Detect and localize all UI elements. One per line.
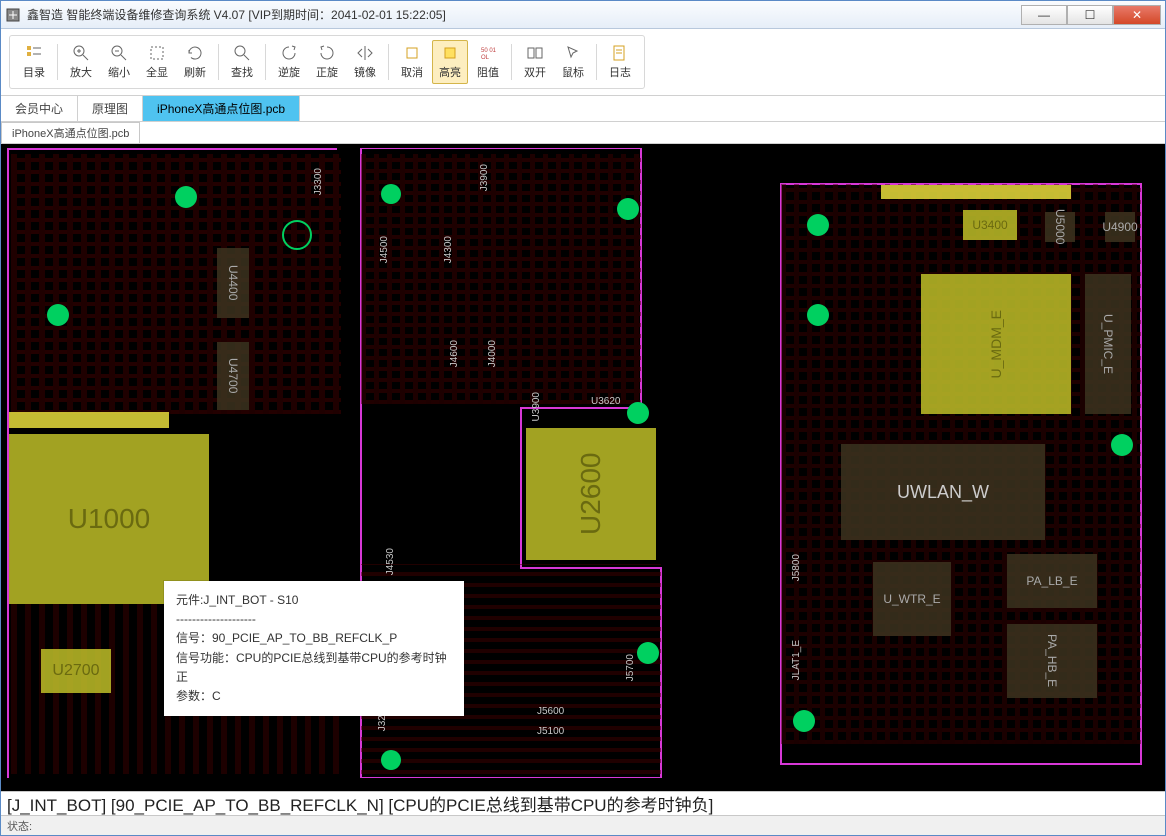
tooltip-component: 元件:J_INT_BOT - S10 — [176, 591, 452, 610]
pad — [282, 220, 312, 250]
chip-u5000[interactable]: U5000 — [1045, 212, 1075, 242]
lbl-j3900: J3900 — [479, 164, 490, 191]
toolbar-catalog[interactable]: 目录 — [16, 40, 52, 84]
pad — [793, 710, 815, 732]
component-tooltip: 元件:J_INT_BOT - S10 -------------------- … — [164, 581, 464, 716]
app-icon — [5, 7, 21, 23]
pad — [807, 214, 829, 236]
chip-u2600[interactable]: U2600 — [526, 428, 656, 560]
toolbar-dualopen[interactable]: 双开 — [517, 40, 553, 84]
highlight-strip — [881, 185, 1071, 199]
lbl-j3300: J3300 — [313, 168, 324, 195]
toolbar-cancel[interactable]: 取消 — [394, 40, 430, 84]
chip-pahb[interactable]: PA_HB_E — [1007, 624, 1097, 698]
chip-palb[interactable]: PA_LB_E — [1007, 554, 1097, 608]
lbl-j4600: J4600 — [449, 340, 460, 367]
toolbar-fitall[interactable]: 全显 — [139, 40, 175, 84]
titlebar: 鑫智造 智能终端设备维修查询系统 V4.07 [VIP到期时间：2041-02-… — [1, 1, 1165, 29]
toolbar-find[interactable]: 查找 — [224, 40, 260, 84]
infobar: [J_INT_BOT] [90_PCIE_AP_TO_BB_REFCLK_N] … — [1, 791, 1165, 815]
toolbar-log[interactable]: 日志 — [602, 40, 638, 84]
toolbar-mirror[interactable]: 镜像 — [347, 40, 383, 84]
chip-uwtr[interactable]: U_WTR_E — [873, 562, 951, 636]
lbl-jlat: JLAT1_E — [791, 640, 802, 680]
subtab-pcb[interactable]: iPhoneX高通点位图.pcb — [1, 122, 140, 143]
pcb-viewer[interactable]: scatter U1000 U2600 U2700 U_MDM_E U3400 … — [1, 144, 1165, 791]
tab-member[interactable]: 会员中心 — [1, 96, 78, 121]
close-button[interactable]: ✕ — [1113, 5, 1161, 25]
window-title: 鑫智造 智能终端设备维修查询系统 V4.07 [VIP到期时间：2041-02-… — [27, 6, 1021, 23]
pad — [47, 304, 69, 326]
lbl-j5100: J5100 — [537, 726, 564, 737]
lbl-j4000: J4000 — [487, 340, 498, 367]
chip-u4400[interactable]: U4400 — [217, 248, 249, 318]
statusbar-label: 状态: — [7, 818, 32, 834]
svg-text:OL: OL — [481, 55, 490, 61]
pad — [175, 186, 197, 208]
pad — [807, 304, 829, 326]
lbl-j5800: J5800 — [791, 554, 802, 581]
toolbar-cursor[interactable]: 鼠标 — [555, 40, 591, 84]
lbl-j5700: J5700 — [625, 654, 636, 681]
pad — [637, 642, 659, 664]
chip-u4900[interactable]: U4900 — [1105, 212, 1135, 242]
lbl-j4500: J4500 — [379, 236, 390, 263]
pad — [381, 750, 401, 770]
lbl-j4300: J4300 — [443, 236, 454, 263]
lbl-u3620: U3620 — [591, 396, 620, 407]
tab-pcb[interactable]: iPhoneX高通点位图.pcb — [143, 96, 300, 121]
chip-u1000[interactable]: U1000 — [9, 434, 209, 604]
toolbar-zoomin[interactable]: 放大 — [63, 40, 99, 84]
chip-upmic[interactable]: U_PMIC_E — [1085, 274, 1131, 414]
tab-schematic[interactable]: 原理图 — [78, 96, 143, 121]
tooltip-divider: -------------------- — [176, 610, 452, 629]
tooltip-param: 参数：C — [176, 687, 452, 706]
infobar-text: [J_INT_BOT] [90_PCIE_AP_TO_BB_REFCLK_N] … — [7, 791, 713, 816]
statusbar: 状态: — [1, 815, 1165, 835]
main-tabs: 会员中心 原理图 iPhoneX高通点位图.pcb — [1, 96, 1165, 122]
lbl-u3900: U3900 — [531, 392, 542, 421]
lbl-j5600: J5600 — [537, 706, 564, 717]
sub-tabs: iPhoneX高通点位图.pcb — [1, 122, 1165, 144]
toolbar-rotate-ccw[interactable]: 逆旋 — [271, 40, 307, 84]
chip-u4700[interactable]: U4700 — [217, 342, 249, 410]
tooltip-function: 信号功能：CPU的PCIE总线到基带CPU的参考时钟正 — [176, 649, 452, 687]
pad — [617, 198, 639, 220]
toolbar-highlight[interactable]: 高亮 — [432, 40, 468, 84]
chip-uwlan[interactable]: UWLAN_W — [841, 444, 1045, 540]
maximize-button[interactable]: ☐ — [1067, 5, 1113, 25]
toolbar-rotate-cw[interactable]: 正旋 — [309, 40, 345, 84]
svg-text:50 01: 50 01 — [481, 48, 497, 54]
toolbar-refresh[interactable]: 刷新 — [177, 40, 213, 84]
pad — [627, 402, 649, 424]
pad — [381, 184, 401, 204]
chip-u3400[interactable]: U3400 — [963, 210, 1017, 240]
chip-u2700[interactable]: U2700 — [41, 649, 111, 693]
minimize-button[interactable]: — — [1021, 5, 1067, 25]
toolbar-resistance[interactable]: 50 01OL阻值 — [470, 40, 506, 84]
toolbar: 目录 放大 缩小 全显 刷新 查找 逆旋 正旋 镜像 取消 高亮 50 01OL… — [9, 35, 645, 89]
toolbar-zoomout[interactable]: 缩小 — [101, 40, 137, 84]
pad — [1111, 434, 1133, 456]
lbl-j4530: J4530 — [385, 548, 396, 575]
chip-umdm[interactable]: U_MDM_E — [921, 274, 1071, 414]
tooltip-signal: 信号：90_PCIE_AP_TO_BB_REFCLK_P — [176, 629, 452, 648]
highlight-strip — [9, 412, 169, 428]
